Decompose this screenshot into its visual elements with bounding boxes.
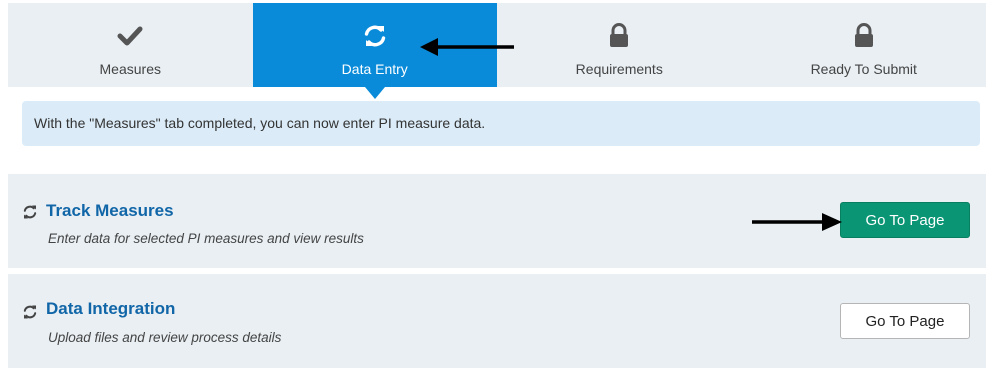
annotation-arrow-icon: [420, 38, 514, 56]
step-measures[interactable]: Measures: [8, 3, 253, 87]
step-label: Ready To Submit: [810, 61, 917, 77]
track-measures-go-to-page-button[interactable]: Go To Page: [840, 202, 970, 238]
step-label: Measures: [99, 61, 161, 77]
track-measures-title[interactable]: Track Measures: [46, 201, 174, 221]
refresh-icon: [23, 305, 37, 319]
step-label: Data Entry: [341, 61, 408, 77]
data-integration-description: Upload files and review process details: [48, 330, 282, 345]
info-alert: With the "Measures" tab completed, you c…: [22, 101, 980, 146]
data-integration-title[interactable]: Data Integration: [46, 299, 175, 319]
step-label: Requirements: [575, 61, 663, 77]
lock-icon: [497, 23, 742, 49]
refresh-icon: [23, 205, 37, 219]
track-measures-description: Enter data for selected PI measures and …: [48, 231, 364, 246]
data-integration-card: Data Integration Upload files and review…: [8, 274, 986, 368]
step-ready-to-submit[interactable]: Ready To Submit: [742, 3, 986, 87]
step-requirements[interactable]: Requirements: [497, 3, 742, 87]
data-integration-go-to-page-button[interactable]: Go To Page: [840, 303, 970, 339]
check-icon: [8, 23, 253, 49]
lock-icon: [742, 23, 986, 49]
annotation-arrow-icon: [752, 213, 842, 231]
